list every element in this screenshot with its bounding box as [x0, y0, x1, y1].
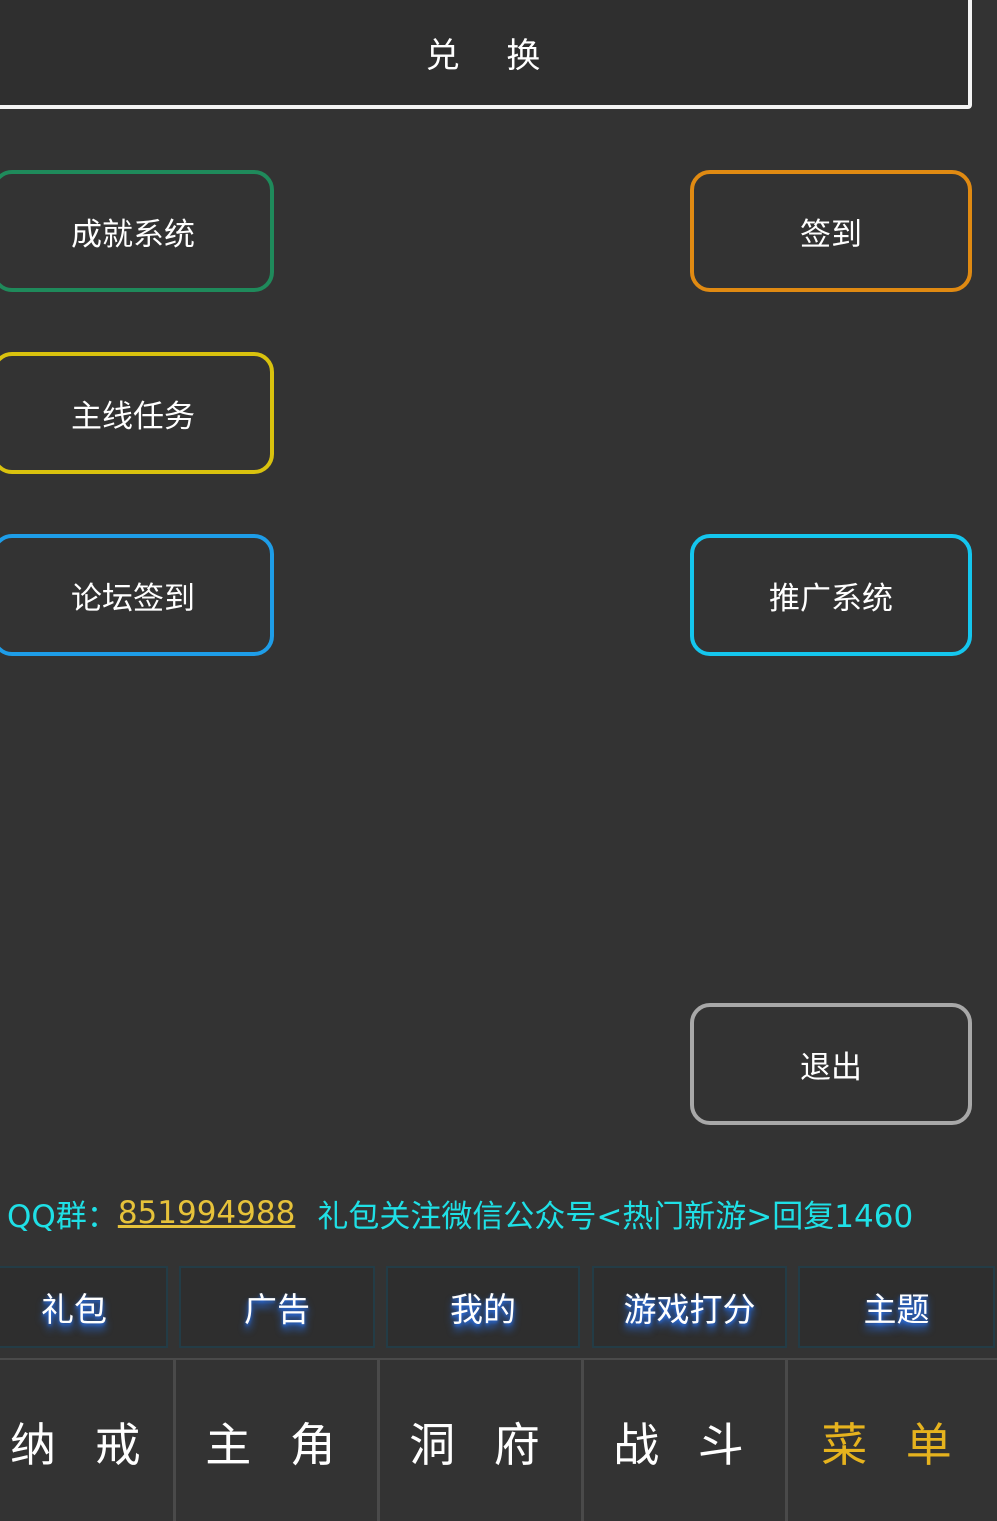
sub-tab-bar: 礼包 广告 我的 游戏打分 主题 [0, 1266, 997, 1348]
signin-button[interactable]: 签到 [690, 170, 972, 292]
nav-tab-ring[interactable]: 纳 戒 [0, 1360, 176, 1521]
bottom-navigation: 纳 戒 主 角 洞 府 战 斗 菜 单 [0, 1358, 997, 1521]
main-quest-button[interactable]: 主线任务 [0, 352, 274, 474]
subtab-mine[interactable]: 我的 [386, 1266, 580, 1348]
redeem-button[interactable]: 兑 换 [0, 0, 972, 109]
nav-tab-character[interactable]: 主 角 [176, 1360, 380, 1521]
exit-button[interactable]: 退出 [690, 1003, 972, 1125]
forum-signin-button[interactable]: 论坛签到 [0, 534, 274, 656]
qq-group-label: QQ群： [7, 1198, 118, 1235]
achievement-system-button[interactable]: 成就系统 [0, 170, 274, 292]
promotion-system-button[interactable]: 推广系统 [690, 534, 972, 656]
nav-tab-cave[interactable]: 洞 府 [380, 1360, 584, 1521]
game-menu-page: 兑 换 成就系统 签到 主线任务 论坛签到 推广系统 退出 QQ群： 85199… [0, 0, 997, 1521]
subtab-ads[interactable]: 广告 [179, 1266, 375, 1348]
nav-tab-battle[interactable]: 战 斗 [584, 1360, 788, 1521]
notice-bar: QQ群： 851994988 礼包关注微信公众号<热门新游>回复1460 [7, 1186, 992, 1240]
qq-group-number-link[interactable]: 851994988 [118, 1195, 296, 1231]
subtab-rate-game[interactable]: 游戏打分 [592, 1266, 787, 1348]
subtab-gift[interactable]: 礼包 [0, 1266, 168, 1348]
subtab-theme[interactable]: 主题 [798, 1266, 995, 1348]
nav-tab-menu[interactable]: 菜 单 [788, 1360, 997, 1521]
gift-notice-text: 礼包关注微信公众号<热门新游>回复1460 [317, 1198, 914, 1235]
